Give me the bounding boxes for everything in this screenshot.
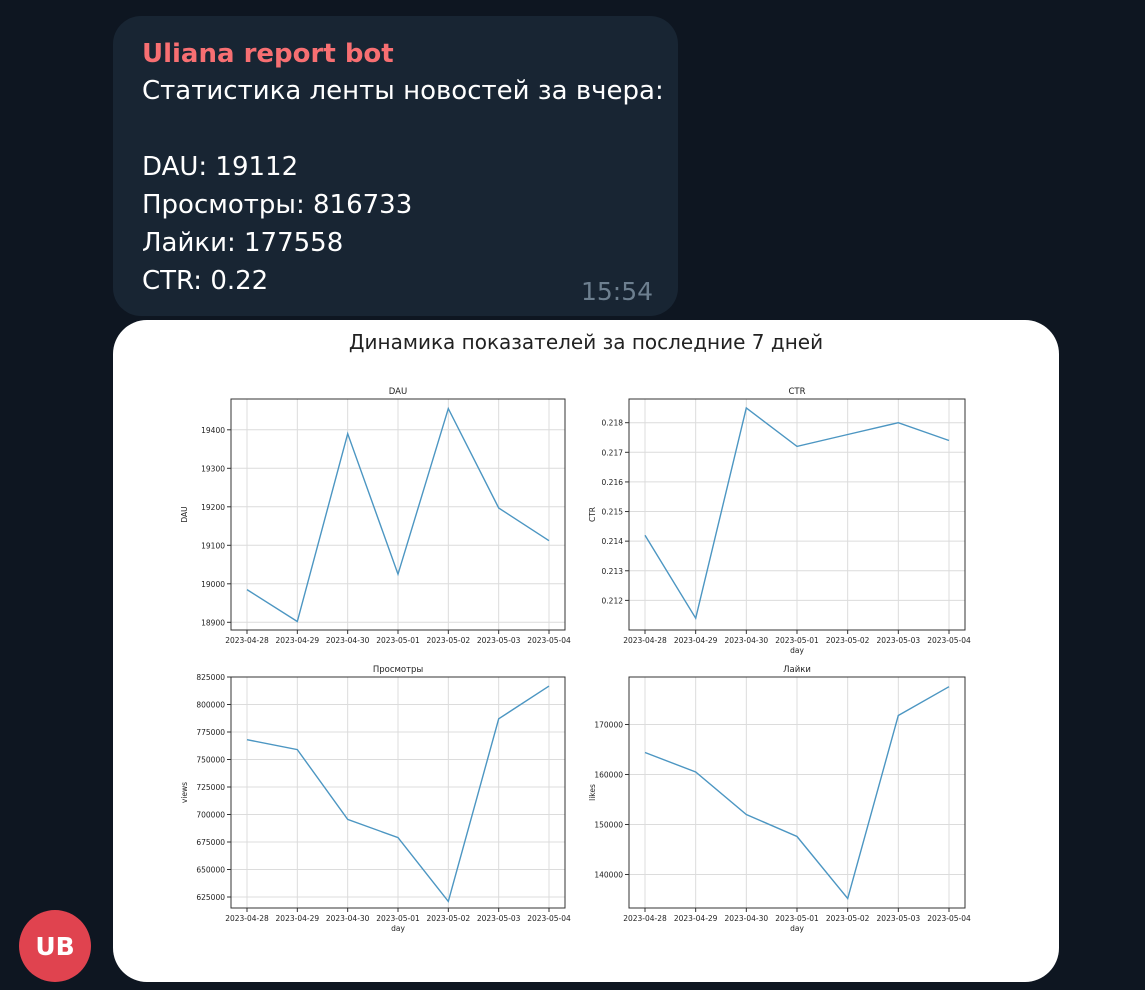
y-tick-label: 675000 — [196, 838, 225, 847]
x-tick-label: 2023-04-30 — [725, 914, 769, 923]
x-tick-label: 2023-05-04 — [927, 914, 971, 923]
y-tick-label: 800000 — [196, 701, 225, 710]
y-tick-label: 19000 — [201, 580, 225, 589]
x-tick-label: 2023-04-28 — [623, 636, 667, 645]
x-tick-label: 2023-04-28 — [225, 914, 269, 923]
y-tick-label: 625000 — [196, 893, 225, 902]
y-tick-label: 170000 — [594, 721, 623, 730]
x-tick-label: 2023-05-03 — [477, 636, 521, 645]
x-tick-label: 2023-05-01 — [775, 914, 819, 923]
y-axis-label: views — [180, 782, 189, 803]
message-line-views: Просмотры: 816733 — [142, 190, 413, 220]
x-tick-label: 2023-05-02 — [427, 636, 471, 645]
charts-figure: Динамика показателей за последние 7 дней… — [180, 330, 971, 933]
y-tick-label: 0.217 — [602, 448, 624, 457]
y-tick-label: 725000 — [196, 783, 225, 792]
x-tick-label: 2023-05-01 — [376, 914, 420, 923]
x-tick-label: 2023-04-29 — [276, 914, 320, 923]
x-tick-label: 2023-04-28 — [623, 914, 667, 923]
y-tick-label: 0.212 — [602, 596, 624, 605]
x-tick-label: 2023-05-02 — [826, 636, 870, 645]
x-tick-label: 2023-05-04 — [927, 636, 971, 645]
x-tick-label: 2023-04-30 — [326, 914, 370, 923]
x-tick-label: 2023-04-28 — [225, 636, 269, 645]
y-tick-label: 650000 — [196, 866, 225, 875]
y-tick-label: 19200 — [201, 503, 225, 512]
y-tick-label: 140000 — [594, 871, 623, 880]
y-axis-label: DAU — [180, 506, 189, 522]
y-tick-label: 19300 — [201, 464, 225, 473]
x-tick-label: 2023-05-04 — [527, 914, 571, 923]
x-tick-label: 2023-04-29 — [674, 636, 718, 645]
message-line-ctr: CTR: 0.22 — [142, 266, 269, 296]
x-tick-label: 2023-05-03 — [877, 914, 921, 923]
y-tick-label: 19100 — [201, 541, 225, 550]
x-tick-label: 2023-05-02 — [826, 914, 870, 923]
y-tick-label: 0.214 — [602, 537, 624, 546]
y-tick-label: 160000 — [594, 771, 623, 780]
x-tick-label: 2023-04-29 — [674, 914, 718, 923]
x-tick-label: 2023-05-01 — [775, 636, 819, 645]
figure-title: Динамика показателей за последние 7 дней — [349, 330, 823, 354]
y-tick-label: 0.215 — [602, 508, 624, 517]
message-line-dau: DAU: 19112 — [142, 152, 299, 182]
avatar[interactable]: UB — [19, 910, 91, 982]
message-bubble: Uliana report bot Статистика ленты новос… — [113, 16, 678, 316]
message-line-header: Статистика ленты новостей за вчера: — [142, 76, 664, 106]
x-tick-label: 2023-05-03 — [477, 914, 521, 923]
subplot-title: Лайки — [783, 665, 811, 675]
x-tick-label: 2023-04-30 — [725, 636, 769, 645]
chart-image[interactable]: Динамика показателей за последние 7 дней… — [113, 320, 1059, 982]
x-tick-label: 2023-05-02 — [427, 914, 471, 923]
y-tick-label: 700000 — [196, 811, 225, 820]
y-axis-label: likes — [588, 784, 597, 801]
x-tick-label: 2023-04-29 — [276, 636, 320, 645]
y-tick-label: 19400 — [201, 426, 225, 435]
subplot-title: DAU — [389, 387, 407, 397]
y-tick-label: 0.218 — [602, 419, 624, 428]
x-axis-label: day — [790, 646, 804, 655]
y-tick-label: 750000 — [196, 756, 225, 765]
message-time: 15:54 — [580, 277, 653, 306]
y-tick-label: 775000 — [196, 728, 225, 737]
y-tick-label: 0.213 — [602, 567, 624, 576]
subplot-title: Просмотры — [373, 665, 423, 675]
x-axis-label: day — [391, 924, 405, 933]
y-tick-label: 150000 — [594, 821, 623, 830]
y-tick-label: 0.216 — [602, 478, 624, 487]
sender-name[interactable]: Uliana report bot — [142, 36, 650, 72]
x-tick-label: 2023-05-04 — [527, 636, 571, 645]
y-axis-label: CTR — [588, 507, 597, 522]
x-axis-label: day — [790, 924, 804, 933]
x-tick-label: 2023-04-30 — [326, 636, 370, 645]
message-line-likes: Лайки: 177558 — [142, 228, 344, 258]
x-tick-label: 2023-05-03 — [877, 636, 921, 645]
x-tick-label: 2023-05-01 — [376, 636, 420, 645]
y-tick-label: 825000 — [196, 673, 225, 682]
y-tick-label: 18900 — [201, 618, 225, 627]
subplot-title: CTR — [788, 387, 805, 397]
